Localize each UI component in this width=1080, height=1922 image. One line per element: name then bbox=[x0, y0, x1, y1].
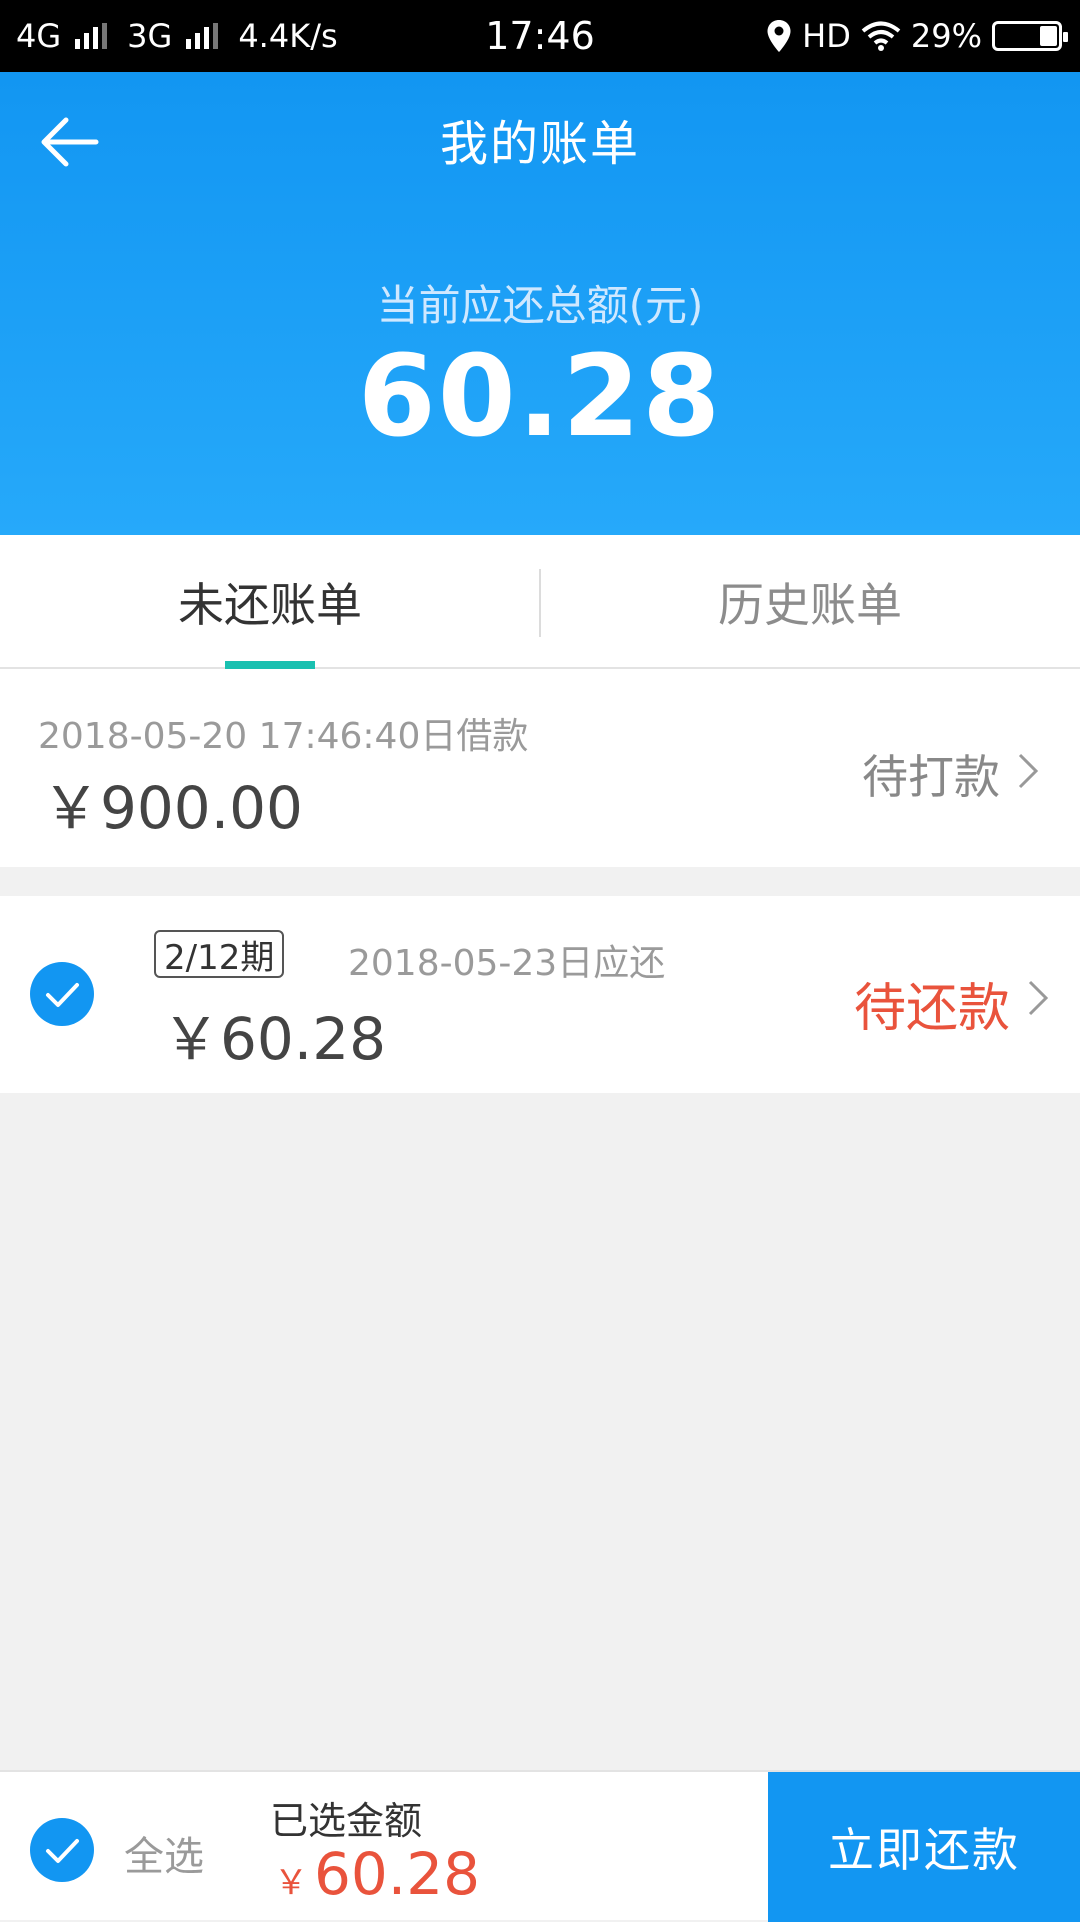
battery-percent: 29% bbox=[910, 17, 982, 55]
chevron-right-icon bbox=[1028, 980, 1049, 1016]
location-pin-icon bbox=[767, 20, 791, 52]
checked-circle-icon[interactable] bbox=[30, 962, 94, 1026]
loan-status: 待打款 bbox=[862, 750, 1000, 804]
hd-label: HD bbox=[802, 17, 851, 55]
installment-amount: ￥60.28 bbox=[162, 1005, 387, 1073]
repay-now-button[interactable]: 立即还款 bbox=[768, 1772, 1080, 1922]
status-right: HD 29% bbox=[766, 0, 1068, 72]
tab-unpaid-bills[interactable]: 未还账单 bbox=[0, 535, 540, 669]
header: 我的账单 当前应还总额(元) 60.28 bbox=[0, 72, 1080, 535]
select-all-check-icon[interactable] bbox=[30, 1818, 94, 1882]
installment-due-date: 2018-05-23日应还 bbox=[348, 943, 666, 984]
loan-date: 2018-05-20 17:46:40日借款 bbox=[38, 716, 529, 757]
selected-amount-label: 已选金额 bbox=[270, 1799, 423, 1843]
currency-symbol: ￥ bbox=[274, 1863, 308, 1903]
bill-tabs: 未还账单 历史账单 bbox=[0, 535, 1080, 669]
installment-list-item[interactable]: 2/12期 2018-05-23日应还 ￥60.28 待还款 bbox=[0, 896, 1080, 1093]
status-bar: 4G 3G 4.4K/s 17:46 HD 29% bbox=[0, 0, 1080, 72]
selected-amount: ￥ 60.28 bbox=[274, 1840, 480, 1908]
installment-period-badge: 2/12期 bbox=[154, 930, 285, 978]
bottom-action-bar: 全选 已选金额 ￥ 60.28 立即还款 bbox=[0, 1770, 1080, 1922]
wifi-icon bbox=[861, 21, 901, 51]
selected-amount-value: 60.28 bbox=[314, 1840, 481, 1908]
loan-list-item[interactable]: 2018-05-20 17:46:40日借款 ￥900.00 待打款 bbox=[0, 669, 1080, 867]
page-title: 我的账单 bbox=[439, 116, 640, 172]
battery-icon bbox=[992, 21, 1068, 51]
select-all-label[interactable]: 全选 bbox=[124, 1824, 204, 1882]
total-due-amount: 60.28 bbox=[357, 332, 723, 462]
installment-status: 待还款 bbox=[853, 979, 1010, 1039]
tab-history-bills[interactable]: 历史账单 bbox=[540, 535, 1080, 669]
active-tab-indicator bbox=[225, 661, 315, 669]
loan-amount: ￥900.00 bbox=[42, 774, 303, 842]
chevron-right-icon bbox=[1018, 753, 1039, 789]
battery-fill bbox=[1040, 26, 1057, 46]
total-due-label: 当前应还总额(元) bbox=[376, 281, 704, 330]
